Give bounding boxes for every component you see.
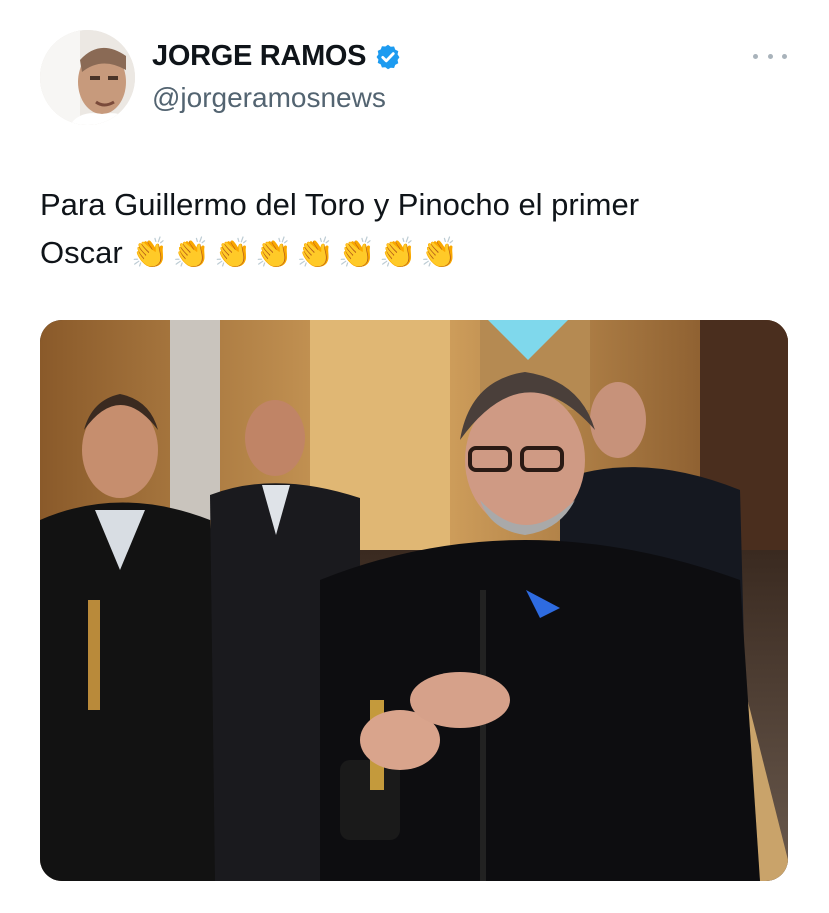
dot-icon xyxy=(782,53,787,59)
tweet-card: JORGE RAMOS @jorgeramosnews Para Guiller… xyxy=(0,0,829,913)
tweet-photo[interactable] xyxy=(40,320,788,881)
tweet-text-word: Oscar xyxy=(40,235,123,270)
author-display-name[interactable]: JORGE RAMOS xyxy=(152,40,367,73)
avatar[interactable] xyxy=(40,30,135,125)
tweet-text: Para Guillermo del Toro y Pinocho el pri… xyxy=(40,181,800,278)
dot-icon xyxy=(767,53,773,59)
tweet-text-line-1: Para Guillermo del Toro y Pinocho el pri… xyxy=(40,187,640,222)
tweet-text-line-2: Oscar 👏👏👏👏👏👏👏👏 xyxy=(40,229,800,278)
clapping-hands-emoji: 👏👏👏👏👏👏👏👏 xyxy=(131,236,463,271)
more-options-icon[interactable] xyxy=(753,44,787,68)
dot-icon xyxy=(753,53,758,59)
ceremony-photo xyxy=(40,320,788,881)
author-handle[interactable]: @jorgeramosnews xyxy=(152,82,386,114)
author-name-row: JORGE RAMOS xyxy=(152,40,402,73)
avatar-photo xyxy=(40,30,135,125)
verified-badge-icon xyxy=(374,43,402,71)
